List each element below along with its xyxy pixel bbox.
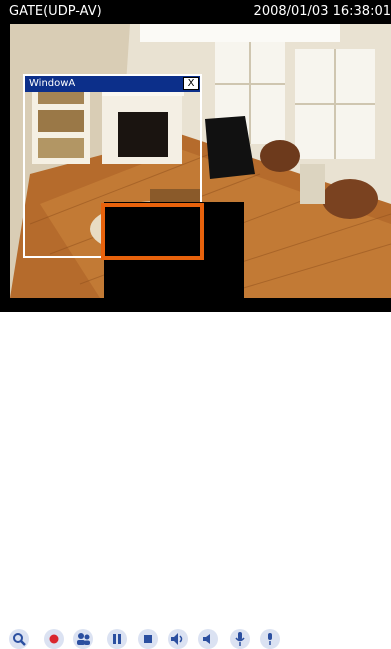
microphone-mute-icon	[268, 633, 272, 645]
control-toolbar	[0, 312, 391, 649]
record-button[interactable]	[44, 629, 64, 649]
stop-button[interactable]	[138, 629, 158, 649]
users-button[interactable]	[73, 629, 93, 649]
stop-icon	[144, 635, 152, 643]
volume-icon	[203, 634, 210, 644]
pause-button[interactable]	[107, 629, 127, 649]
speaker-button[interactable]	[168, 629, 188, 649]
volume-button[interactable]	[198, 629, 218, 649]
window-a-titlebar[interactable]: WindowA X	[25, 76, 200, 92]
window-a-title: WindowA	[29, 78, 76, 89]
microphone-icon	[235, 632, 245, 646]
pause-icon	[113, 634, 121, 644]
selection-highlight[interactable]	[101, 203, 204, 260]
timestamp: 2008/01/03 16:38:01	[253, 4, 391, 19]
users-icon	[77, 633, 90, 645]
zoom-icon	[13, 633, 26, 646]
close-button[interactable]: X	[183, 77, 199, 90]
zoom-button[interactable]	[9, 629, 29, 649]
microphone-mute-button[interactable]	[260, 629, 280, 649]
speaker-icon	[171, 633, 183, 645]
video-title-bar: GATE(UDP-AV) 2008/01/03 16:38:01	[0, 0, 391, 24]
video-viewer: GATE(UDP-AV) 2008/01/03 16:38:01 WindowA…	[0, 0, 391, 312]
camera-name: GATE(UDP-AV)	[9, 4, 102, 19]
microphone-button[interactable]	[230, 629, 250, 649]
record-icon	[49, 634, 59, 644]
